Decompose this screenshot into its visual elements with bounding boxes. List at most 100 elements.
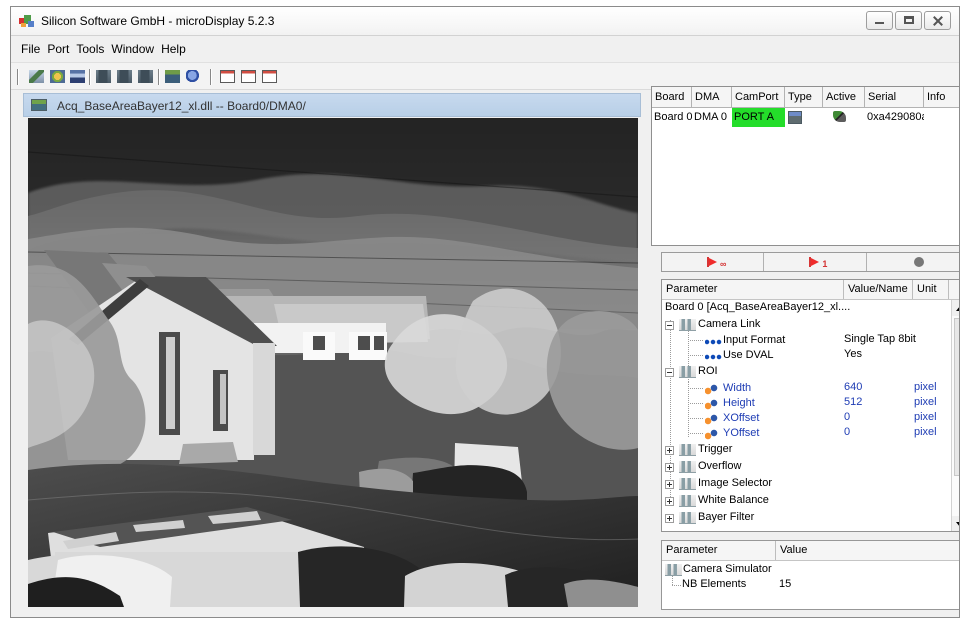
xoffset-label: XOffset [723, 412, 760, 424]
info-cell[interactable] [924, 108, 959, 127]
camera-type-icon [788, 111, 802, 124]
serial-column-header[interactable]: Serial [865, 87, 924, 108]
nb-elements-row[interactable]: NB Elements [682, 578, 746, 594]
active-column-header[interactable]: Active [823, 87, 865, 108]
simulator-parameter-column-header[interactable]: Parameter [662, 541, 776, 560]
menu-window[interactable]: Window [111, 40, 154, 58]
expand-icon[interactable] [665, 480, 674, 489]
minimize-button[interactable] [866, 11, 893, 30]
collapse-icon[interactable] [665, 321, 674, 330]
dma-cell[interactable]: DMA 0 [692, 108, 732, 127]
simulator-value-column-header[interactable]: Value [776, 541, 959, 560]
board-tree-row[interactable]: Board 0 [Acq_BaseAreaBayer12_xl.... [665, 301, 850, 317]
board-cell[interactable]: Board 0 [652, 108, 692, 127]
header-scroll-spacer [949, 280, 959, 299]
stop-grab-button[interactable] [867, 253, 959, 271]
editable-parameter-icon [705, 429, 719, 440]
tree-connector [690, 355, 704, 356]
single-grab-button[interactable]: 1 [764, 253, 867, 271]
help-button[interactable] [184, 68, 203, 85]
layout-button[interactable] [260, 68, 279, 85]
dma-column-header[interactable]: DMA [692, 87, 732, 108]
parameter-group-icon [679, 444, 696, 456]
width-value[interactable]: 640 [844, 381, 862, 393]
type-cell[interactable] [785, 108, 823, 127]
input-format-value[interactable]: Single Tap 8bit [844, 333, 916, 345]
tree-connector [688, 382, 689, 438]
parameter-scrollbar[interactable] [951, 300, 959, 531]
value-name-column-header[interactable]: Value/Name [844, 280, 913, 299]
open-button[interactable] [27, 68, 46, 85]
scroll-down-button[interactable] [952, 516, 959, 531]
expand-icon[interactable] [665, 497, 674, 506]
height-unit: pixel [914, 396, 937, 408]
board-table-grid: Board DMA CamPort Type Active Serial Inf… [652, 87, 959, 127]
display-window-header[interactable]: Acq_BaseAreaBayer12_xl.dll -- Board0/DMA… [23, 93, 641, 117]
parameter-group-icon [679, 461, 696, 473]
close-button[interactable] [924, 11, 951, 30]
toolbar-grip[interactable] [17, 69, 19, 85]
continuous-grab-suffix: ∞ [720, 259, 727, 269]
type-column-header[interactable]: Type [785, 87, 823, 108]
camera-tool-button[interactable] [115, 68, 134, 85]
toolbar-separator [89, 69, 91, 85]
tree-connector [690, 340, 704, 341]
continuous-grab-icon [707, 257, 718, 267]
refresh-button[interactable] [48, 68, 67, 85]
parameter-group-icon [679, 495, 696, 507]
menu-port[interactable]: Port [47, 40, 69, 58]
grayscale-camera-frame [28, 118, 638, 607]
tree-connector [690, 418, 704, 419]
camera-tool-button[interactable] [136, 68, 155, 85]
collapse-icon[interactable] [665, 368, 674, 377]
save-button[interactable] [68, 68, 87, 85]
application-window: Silicon Software GmbH - microDisplay 5.2… [10, 6, 960, 618]
layout-button[interactable] [239, 68, 258, 85]
title-bar: Silicon Software GmbH - microDisplay 5.2… [11, 7, 959, 36]
width-label: Width [723, 382, 752, 394]
unit-column-header[interactable]: Unit [913, 280, 949, 299]
continuous-grab-button[interactable]: ∞ [662, 253, 765, 271]
yoffset-value[interactable]: 0 [844, 426, 850, 438]
camport-column-header[interactable]: CamPort [732, 87, 785, 108]
expand-icon[interactable] [665, 446, 674, 455]
layout-button[interactable] [218, 68, 237, 85]
tree-connector [690, 403, 704, 404]
xoffset-value[interactable]: 0 [844, 411, 850, 423]
active-cell[interactable] [823, 108, 865, 127]
board-column-header[interactable]: Board [652, 87, 692, 108]
yoffset-label: YOffset [723, 427, 760, 439]
info-column-header[interactable]: Info [924, 87, 959, 108]
vertical-splitter[interactable] [641, 93, 649, 607]
menu-help[interactable]: Help [161, 40, 186, 58]
parameter-tree-header: Parameter Value/Name Unit [662, 280, 959, 300]
parameter-column-header[interactable]: Parameter [662, 280, 844, 299]
tree-connector [670, 320, 671, 503]
use-dval-label: Use DVAL [723, 349, 774, 361]
expand-icon[interactable] [665, 514, 674, 523]
height-value[interactable]: 512 [844, 396, 862, 408]
menu-file[interactable]: File [21, 40, 40, 58]
editable-parameter-icon [705, 399, 719, 410]
camera-image[interactable] [28, 118, 638, 607]
editable-parameter-icon [705, 384, 719, 395]
use-dval-value[interactable]: Yes [844, 348, 862, 360]
board-tree-label: Board 0 [Acq_BaseAreaBayer12_xl.... [665, 301, 851, 313]
scroll-thumb[interactable] [954, 318, 959, 476]
expand-icon[interactable] [665, 463, 674, 472]
serial-cell[interactable]: 0xa429080a [865, 108, 924, 127]
overflow-label: Overflow [698, 460, 742, 472]
camport-cell[interactable]: PORT A [732, 108, 785, 127]
xoffset-unit: pixel [914, 411, 937, 423]
stop-icon [913, 257, 924, 267]
menu-bar: File Port Tools Window Help [11, 38, 959, 60]
display-button[interactable] [163, 68, 182, 85]
scroll-up-button[interactable] [952, 300, 959, 316]
menu-tools[interactable]: Tools [76, 40, 104, 58]
microdisplay-app-icon [19, 15, 34, 27]
camera-tool-button[interactable] [94, 68, 113, 85]
nb-elements-value[interactable]: 15 [779, 578, 791, 590]
maximize-button[interactable] [895, 11, 922, 30]
minimize-icon [875, 22, 884, 24]
window-controls [866, 11, 951, 30]
